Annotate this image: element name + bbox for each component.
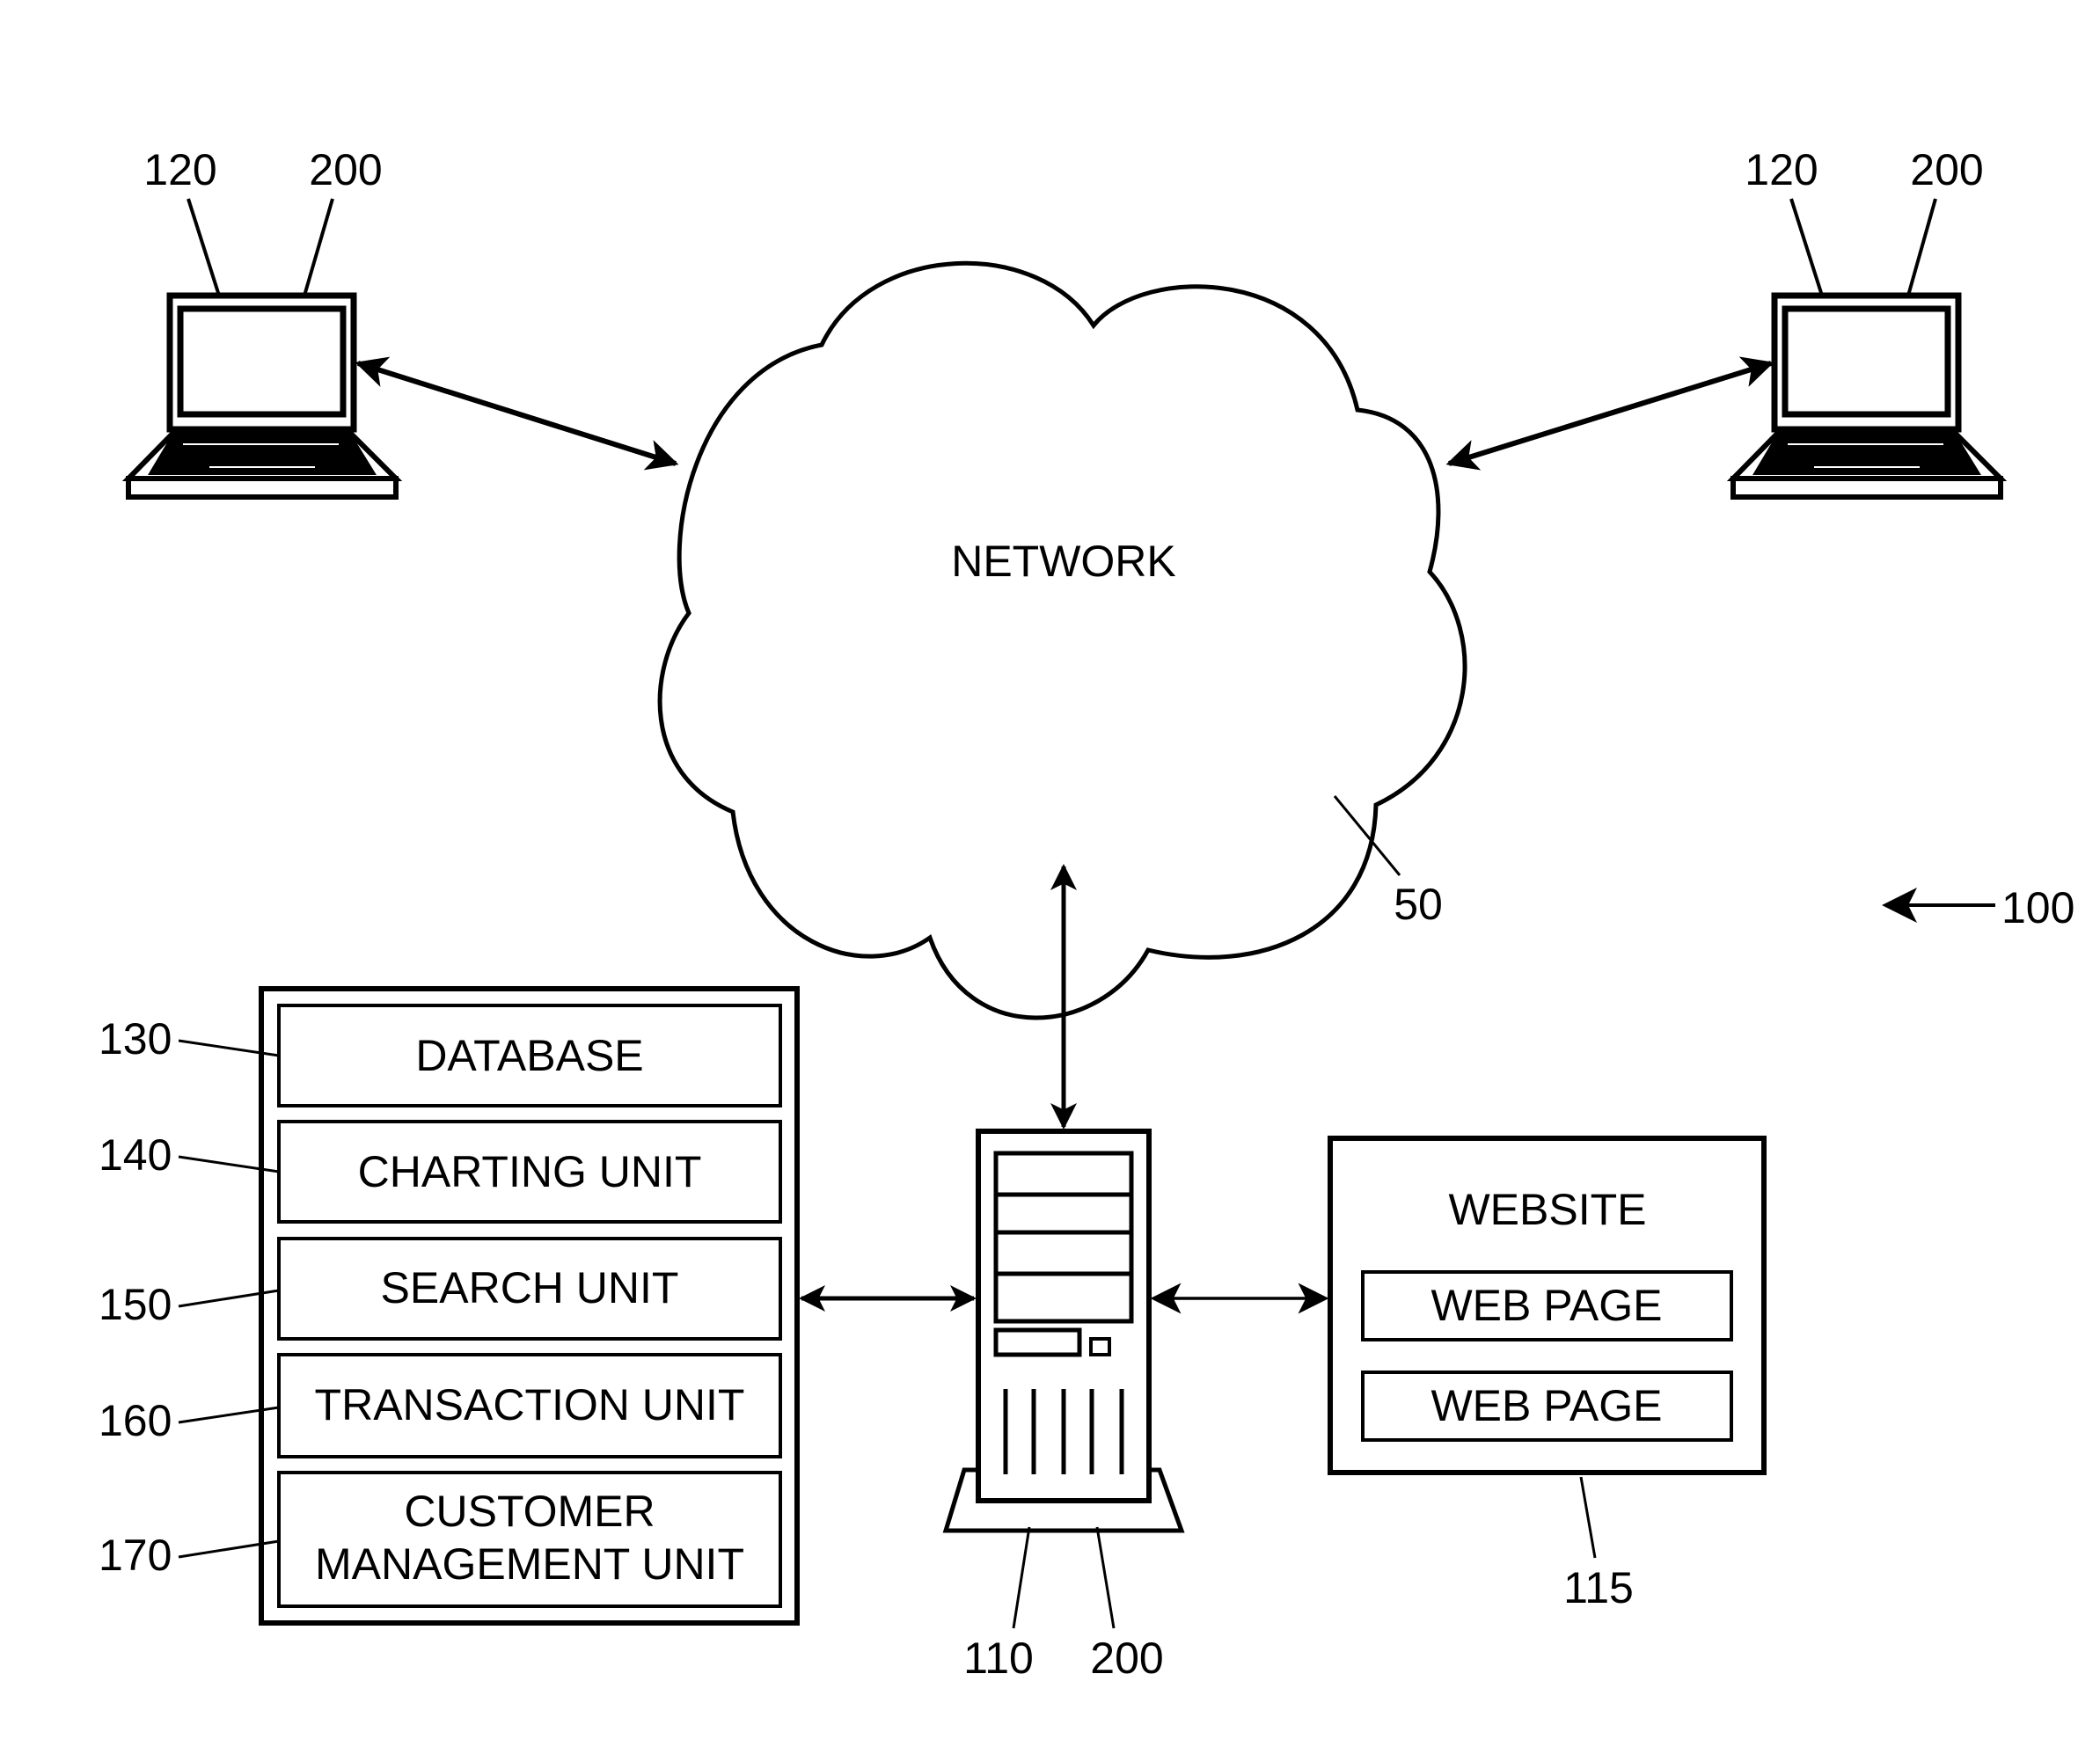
leader-line bbox=[1906, 198, 1937, 296]
unit-charting: CHARTING UNIT 140 bbox=[99, 1120, 782, 1224]
leader-line bbox=[1095, 1526, 1116, 1629]
leader-line bbox=[303, 198, 334, 296]
ref-label-website: 115 bbox=[1563, 1563, 1634, 1612]
web-page-label: WEB PAGE bbox=[1430, 1281, 1662, 1330]
unit-search: SEARCH UNIT 150 bbox=[99, 1237, 782, 1341]
website-title: WEBSITE bbox=[1448, 1185, 1646, 1234]
figure-ref-label: 100 bbox=[2001, 883, 2074, 932]
web-page-1: WEB PAGE bbox=[1361, 1270, 1733, 1341]
unit-label-line-1: CUSTOMER bbox=[404, 1487, 655, 1536]
leader-line bbox=[187, 198, 221, 296]
leader-line bbox=[1789, 198, 1824, 296]
laptop-icon bbox=[1726, 292, 2008, 500]
ref-label-client-module: 200 bbox=[1910, 145, 1983, 194]
web-page-2: WEB PAGE bbox=[1361, 1371, 1733, 1442]
ref-label-client-device: 120 bbox=[1745, 145, 1818, 194]
connection-arrow-right-laptop-network bbox=[1445, 356, 1774, 471]
ref-label-unit: 160 bbox=[99, 1396, 172, 1445]
ref-label-unit: 130 bbox=[99, 1014, 172, 1064]
client-laptop-left: 120 200 bbox=[121, 145, 403, 500]
unit-label: DATABASE bbox=[415, 1031, 643, 1080]
network-label: NETWORK bbox=[951, 537, 1176, 586]
website: WEBSITE WEB PAGE WEB PAGE 115 bbox=[1328, 1136, 1767, 1612]
ref-label-unit: 140 bbox=[99, 1130, 172, 1180]
unit-label: CHARTING UNIT bbox=[358, 1147, 702, 1196]
server-tower-icon bbox=[942, 1129, 1185, 1533]
unit-customer-management: CUSTOMER MANAGEMENT UNIT 170 bbox=[99, 1471, 782, 1608]
unit-transaction: TRANSACTION UNIT 160 bbox=[99, 1353, 782, 1458]
laptop-icon bbox=[121, 292, 403, 500]
client-laptop-right: 120 200 bbox=[1726, 145, 2008, 500]
ref-label-unit: 150 bbox=[99, 1280, 172, 1329]
ref-label-unit: 170 bbox=[99, 1531, 172, 1580]
leader-line bbox=[1012, 1526, 1031, 1629]
ref-label-client-device: 120 bbox=[143, 145, 216, 194]
ref-label-network: 50 bbox=[1394, 880, 1443, 929]
system-units-stack: DATABASE 130 CHARTING UNIT 140 SEARCH UN… bbox=[99, 986, 800, 1626]
web-page-label: WEB PAGE bbox=[1430, 1381, 1662, 1430]
ref-label-server-module: 200 bbox=[1090, 1634, 1163, 1683]
unit-label: TRANSACTION UNIT bbox=[315, 1380, 745, 1429]
unit-database: DATABASE 130 bbox=[99, 1004, 782, 1107]
unit-label-line-2: MANAGEMENT UNIT bbox=[315, 1539, 744, 1589]
ref-label-client-module: 200 bbox=[309, 145, 382, 194]
server: 110 200 bbox=[942, 1129, 1185, 1683]
unit-label: SEARCH UNIT bbox=[381, 1263, 679, 1312]
ref-label-server-device: 110 bbox=[963, 1634, 1034, 1683]
system-diagram: 120 200 120 200 NETWORK 50 100 DATABASE … bbox=[99, 145, 2074, 1683]
leader-line bbox=[1579, 1476, 1597, 1559]
connection-arrow-left-laptop-network bbox=[355, 356, 679, 471]
